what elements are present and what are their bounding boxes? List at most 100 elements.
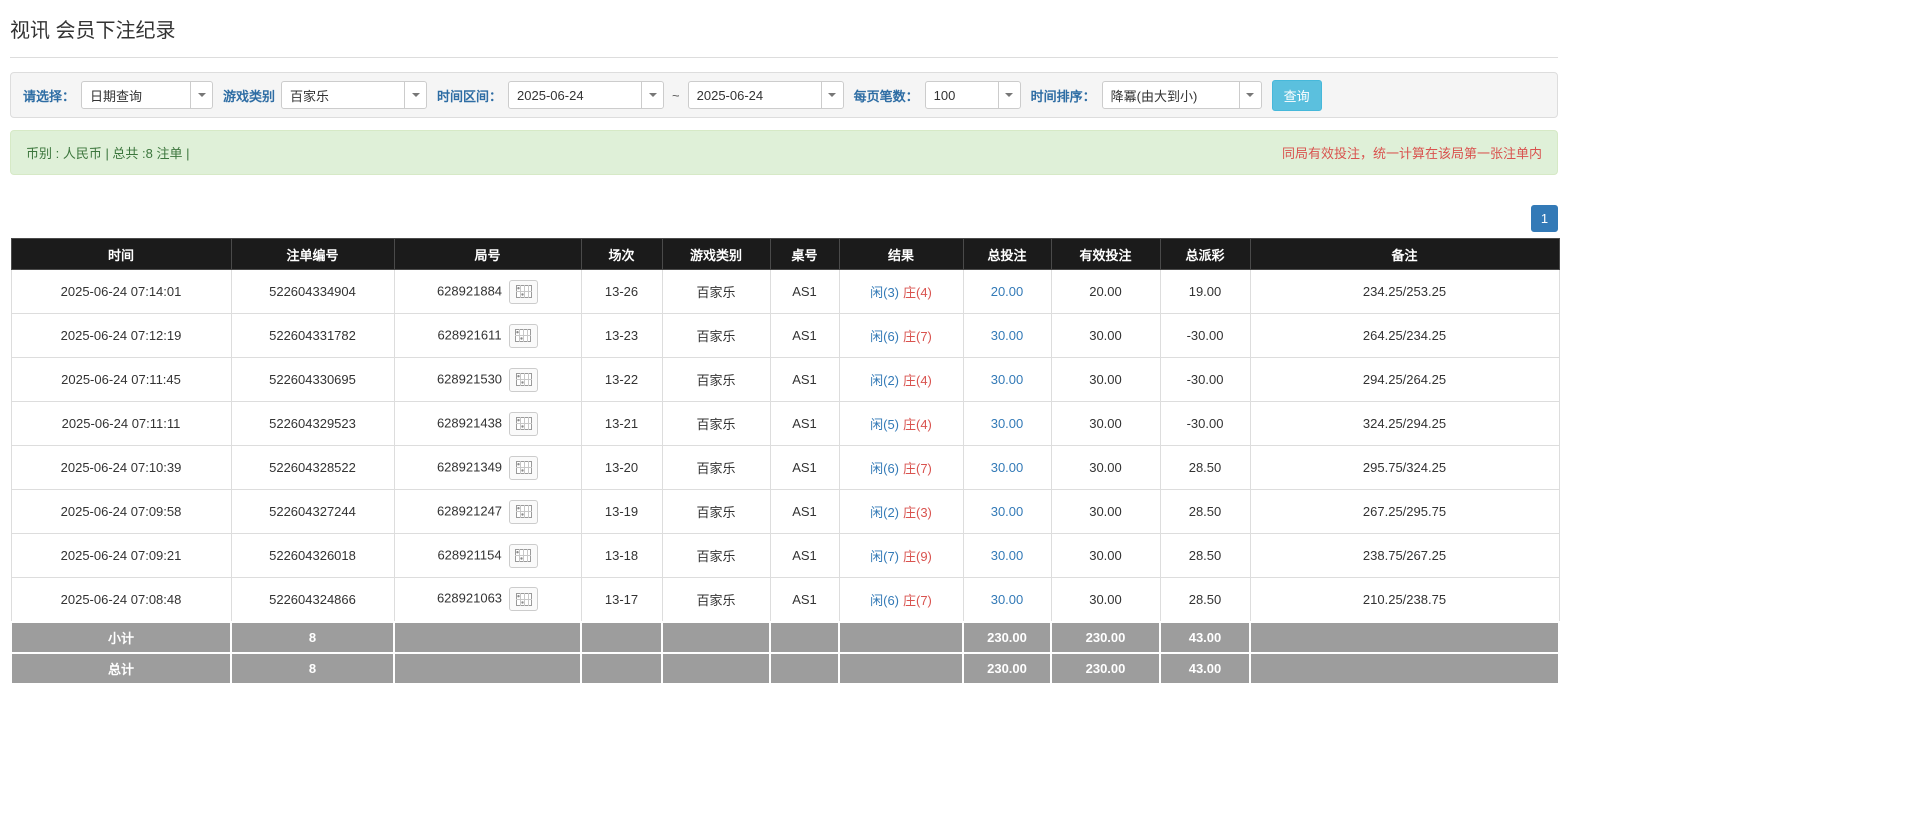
cell-bet-id: 522604327244 bbox=[230, 489, 395, 534]
cell-valid-bet: 30.00 bbox=[1050, 357, 1161, 402]
total-bet-link[interactable]: 30.00 bbox=[991, 328, 1024, 343]
total-bet-link[interactable]: 30.00 bbox=[991, 548, 1024, 563]
roadmap-icon-button[interactable] bbox=[509, 279, 539, 304]
cell-bet-id: 522604331782 bbox=[230, 313, 395, 358]
chevron-down-icon[interactable] bbox=[1238, 82, 1261, 108]
header-result: 结果 bbox=[838, 238, 964, 270]
round-number: 628921884 bbox=[436, 282, 503, 298]
game-type-label: 游戏类别 bbox=[223, 88, 276, 104]
date-from-input[interactable]: 2025-06-24 bbox=[508, 81, 665, 109]
result-player: 闲(6) bbox=[870, 592, 899, 608]
result-banker: 庄(7) bbox=[903, 592, 932, 608]
cell-bet-id: 522604326018 bbox=[230, 533, 395, 578]
sort-label: 时间排序： bbox=[1030, 88, 1096, 104]
cell-valid-bet: 30.00 bbox=[1050, 577, 1161, 622]
date-to-input[interactable]: 2025-06-24 bbox=[687, 81, 844, 109]
page-size-select[interactable]: 100 bbox=[924, 81, 1021, 109]
header-note: 备注 bbox=[1249, 238, 1560, 270]
cell-session: 13-20 bbox=[580, 445, 663, 490]
page-size-group: 每页笔数： 100 bbox=[854, 81, 1021, 109]
grand-total-valid-bet: 230.00 bbox=[1050, 651, 1161, 685]
subtotal-empty-cell bbox=[838, 620, 964, 654]
page-size-value: 100 bbox=[933, 87, 956, 103]
table-row: 2025-06-24 07:11:11 522604329523 6289214… bbox=[10, 401, 1560, 446]
cell-time: 2025-06-24 07:11:11 bbox=[10, 401, 232, 446]
cell-round: 628921530 bbox=[393, 357, 582, 402]
total-bet-link[interactable]: 20.00 bbox=[991, 284, 1024, 299]
cell-time: 2025-06-24 07:11:45 bbox=[10, 357, 232, 402]
search-button[interactable]: 查询 bbox=[1271, 79, 1322, 111]
filter-bar: 请选择： 日期查询 游戏类别 百家乐 时间区间： 2025-06-24 ~ 20… bbox=[10, 72, 1558, 118]
cell-total-bet: 30.00 bbox=[962, 489, 1052, 534]
roadmap-icon-button[interactable] bbox=[509, 367, 539, 392]
roadmap-icon-button[interactable] bbox=[508, 543, 538, 568]
cell-time: 2025-06-24 07:09:21 bbox=[10, 533, 232, 578]
cell-valid-bet: 30.00 bbox=[1050, 313, 1161, 358]
chevron-down-icon[interactable] bbox=[820, 82, 843, 108]
result-banker: 庄(9) bbox=[903, 549, 932, 564]
chevron-down-icon[interactable] bbox=[997, 82, 1020, 108]
cell-result: 闲(7) 庄(9) bbox=[838, 533, 964, 578]
sort-value: 降冪(由大到小) bbox=[1110, 88, 1198, 104]
table-row: 2025-06-24 07:09:58 522604327244 6289212… bbox=[10, 489, 1560, 534]
cell-round: 628921154 bbox=[393, 533, 582, 578]
total-bet-link[interactable]: 30.00 bbox=[991, 372, 1024, 387]
cell-total-bet: 30.00 bbox=[962, 533, 1052, 578]
cell-valid-bet: 30.00 bbox=[1050, 401, 1161, 446]
cell-valid-bet: 30.00 bbox=[1050, 533, 1161, 578]
cell-table-no: AS1 bbox=[769, 269, 840, 314]
cell-valid-bet: 30.00 bbox=[1050, 489, 1161, 534]
cell-result: 闲(2) 庄(4) bbox=[838, 357, 964, 402]
cell-result: 闲(2) 庄(3) bbox=[838, 489, 964, 534]
cell-time: 2025-06-24 07:08:48 bbox=[10, 577, 232, 622]
cell-bet-id: 522604334904 bbox=[230, 269, 395, 314]
chevron-down-icon[interactable] bbox=[404, 82, 427, 108]
cell-result: 闲(6) 庄(7) bbox=[838, 313, 964, 358]
chevron-down-icon[interactable] bbox=[641, 82, 664, 108]
roadmap-icon-button[interactable] bbox=[509, 499, 539, 524]
cell-note: 264.25/234.25 bbox=[1249, 313, 1560, 358]
cell-note: 295.75/324.25 bbox=[1249, 445, 1560, 490]
roadmap-icon-button[interactable] bbox=[508, 323, 538, 348]
total-bet-link[interactable]: 30.00 bbox=[991, 504, 1024, 519]
sort-select[interactable]: 降冪(由大到小) bbox=[1101, 81, 1262, 109]
total-bet-link[interactable]: 30.00 bbox=[991, 460, 1024, 475]
total-bet-link[interactable]: 30.00 bbox=[991, 416, 1024, 431]
header-session: 场次 bbox=[580, 238, 663, 270]
page-container: 视讯 会员下注纪录 请选择： 日期查询 游戏类别 百家乐 时间区间： 2025-… bbox=[10, 0, 1560, 685]
cell-time: 2025-06-24 07:09:58 bbox=[10, 489, 232, 534]
cell-total-bet: 30.00 bbox=[962, 313, 1052, 358]
result-player: 闲(6) bbox=[870, 461, 899, 476]
cell-game: 百家乐 bbox=[661, 489, 771, 534]
cell-bet-id: 522604330695 bbox=[230, 357, 395, 402]
result-banker: 庄(7) bbox=[903, 329, 932, 344]
cell-session: 13-23 bbox=[580, 313, 663, 358]
cell-result: 闲(6) 庄(7) bbox=[838, 577, 964, 622]
result-player: 闲(6) bbox=[870, 329, 899, 344]
sort-group: 时间排序： 降冪(由大到小) bbox=[1031, 81, 1262, 109]
round-number: 628921154 bbox=[437, 546, 502, 562]
total-bet-link[interactable]: 30.00 bbox=[991, 592, 1024, 607]
cell-total-bet: 30.00 bbox=[962, 401, 1052, 446]
cell-round: 628921884 bbox=[393, 269, 582, 314]
roadmap-icon-button[interactable] bbox=[509, 455, 539, 480]
subtotal-empty-cell bbox=[580, 620, 663, 654]
bet-records-table: 时间 注单编号 局号 场次 游戏类别 桌号 结果 总投注 有效投注 总派彩 备注… bbox=[10, 238, 1560, 685]
round-number: 628921349 bbox=[436, 458, 503, 474]
grand-total-empty-cell bbox=[1249, 651, 1560, 685]
roadmap-icon-button[interactable] bbox=[509, 411, 539, 436]
cell-round: 628921438 bbox=[393, 401, 582, 446]
roadmap-icon-button[interactable] bbox=[509, 587, 539, 612]
cell-table-no: AS1 bbox=[769, 357, 840, 402]
grand-total-total-bet: 230.00 bbox=[962, 651, 1052, 685]
table-row: 2025-06-24 07:14:01 522604334904 6289218… bbox=[10, 269, 1560, 314]
result-banker: 庄(3) bbox=[903, 505, 932, 520]
page-size-label: 每页笔数： bbox=[853, 88, 919, 104]
result-player: 闲(7) bbox=[870, 549, 899, 564]
chevron-down-icon[interactable] bbox=[190, 82, 213, 108]
cell-payout: 28.50 bbox=[1159, 445, 1251, 490]
pagination-page-1-button[interactable]: 1 bbox=[1531, 205, 1558, 232]
game-type-select[interactable]: 百家乐 bbox=[281, 81, 428, 109]
query-type-select[interactable]: 日期查询 bbox=[81, 81, 214, 109]
result-player: 闲(5) bbox=[870, 417, 899, 432]
